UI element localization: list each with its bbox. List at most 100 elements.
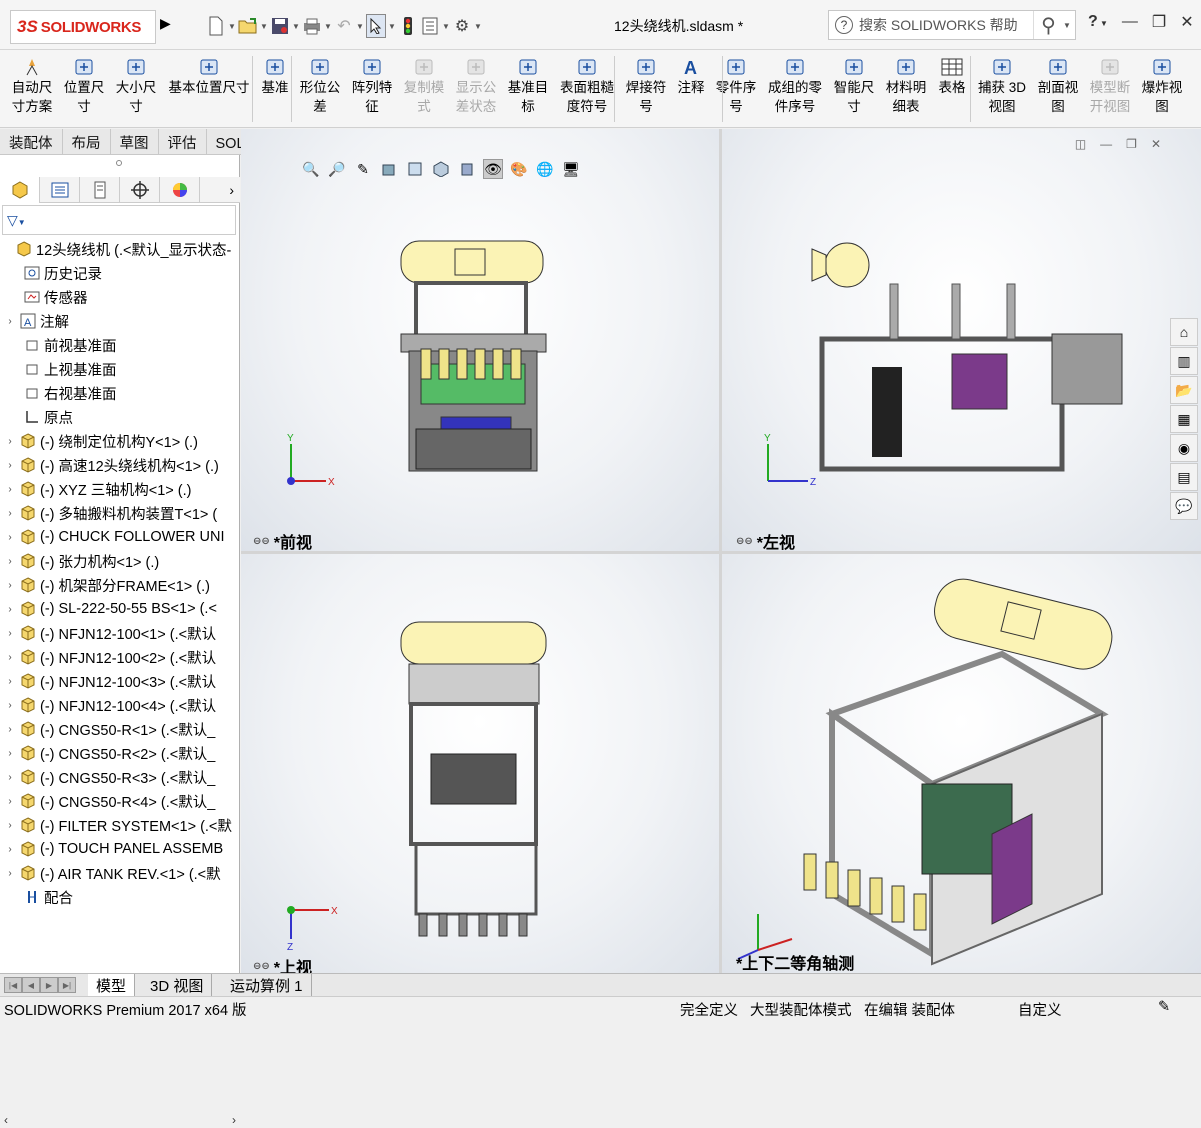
expand-arrow-icon[interactable]: › [4,772,16,783]
expand-arrow-icon[interactable]: › [4,844,16,855]
expand-arrow-icon[interactable]: › [4,676,16,687]
tree-item[interactable]: › (-) CNGS50-R<3> (.<默认_ [4,765,215,789]
file-properties-icon[interactable] [420,14,440,38]
minimize-icon[interactable]: — [1122,13,1138,31]
expand-arrow-icon[interactable]: › [4,748,16,759]
print-icon[interactable] [302,14,322,38]
expand-arrow-icon[interactable]: › [4,532,16,543]
ribbon-button-stacked-balloon[interactable]: 成组的零 件序号 [764,56,826,116]
ribbon-button-balloon[interactable]: 零件序号 [712,56,760,116]
next-tab-icon[interactable]: ▶ [40,977,58,993]
tree-item[interactable]: 传感器 [4,285,88,309]
ribbon-button-auto-dimension[interactable]: 自动尺 寸方案 [8,56,56,116]
select-dropdown-icon[interactable]: ▼ [388,14,396,38]
new-dropdown-icon[interactable]: ▼ [228,14,236,38]
tree-item[interactable]: › (-) 多轴搬料机构装置T<1> ( [4,501,217,525]
expand-arrow-icon[interactable]: › [4,484,16,495]
property-manager-tab-icon[interactable] [40,176,80,203]
tree-item[interactable]: › (-) CNGS50-R<2> (.<默认_ [4,741,215,765]
tree-item[interactable]: › (-) 高速12头绕线机构<1> (.) [4,453,219,477]
configuration-manager-tab-icon[interactable] [80,176,120,203]
expand-arrow-icon[interactable]: › [4,436,16,447]
options-dropdown-icon[interactable]: ▼ [474,14,482,38]
status-units[interactable]: 自定义 [1018,999,1062,1020]
ribbon-button-size-dimension[interactable]: 大小尺寸 [112,56,160,116]
tree-item[interactable]: › (-) 绕制定位机构Y<1> (.) [4,429,198,453]
save-dropdown-icon[interactable]: ▼ [292,14,300,38]
ribbon-button-note[interactable]: A 注释 [674,56,708,97]
custom-properties-icon[interactable]: ▤ [1170,463,1198,491]
tree-item[interactable]: › (-) 机架部分FRAME<1> (.) [4,573,210,597]
ribbon-button-weld-symbol[interactable]: 焊接符号 [622,56,670,116]
viewport-isometric[interactable]: *上下二等角轴测 [722,554,1201,973]
tree-horizontal-scrollbar[interactable]: ‹ › [0,1112,240,1128]
bottom-tab-1[interactable]: 3D 视图 [142,974,213,996]
tree-item[interactable]: › (-) CNGS50-R<4> (.<默认_ [4,789,215,813]
expand-arrow-icon[interactable]: › [4,628,16,639]
undo-icon[interactable]: ↶ [334,14,354,38]
expand-arrow-icon[interactable]: › [4,868,16,879]
ribbon-button-pattern-feature[interactable]: 阵列特征 [348,56,396,116]
open-dropdown-icon[interactable]: ▼ [260,14,268,38]
tree-item[interactable]: › (-) SL-222-50-55 BS<1> (.< [4,597,217,621]
scroll-left-icon[interactable]: ‹ [4,1113,8,1127]
last-tab-icon[interactable]: ▶| [58,977,76,993]
display-manager-tab-icon[interactable] [160,176,200,203]
feature-manager-tab-icon[interactable] [0,176,40,203]
restore-icon[interactable]: ❐ [1152,12,1166,32]
view-palette-icon[interactable]: ▦ [1170,405,1198,433]
viewport-front[interactable]: 🔍 🔎 ✎ 👁 🎨 🌐 🖥 Y X ⊖⊖ *前视 [241,129,719,551]
appearances-icon[interactable]: ◉ [1170,434,1198,462]
tree-filter[interactable]: ▽▼ [2,205,236,235]
ribbon-button-geometric-tolerance[interactable]: 形位公差 [296,56,344,116]
tree-item[interactable]: › (-) CNGS50-R<1> (.<默认_ [4,717,215,741]
expand-arrow-icon[interactable]: › [4,796,16,807]
ribbon-button-surface-finish[interactable]: 表面粗糙 度符号 [556,56,618,116]
select-icon[interactable] [366,14,386,38]
expand-arrow-icon[interactable]: › [4,508,16,519]
save-icon[interactable] [270,14,290,38]
tree-item[interactable]: › (-) CHUCK FOLLOWER UNI [4,525,224,549]
ribbon-button-location-dimension[interactable]: 位置尺寸 [60,56,108,116]
menu-expand-arrow-icon[interactable]: ▶ [160,15,171,32]
ribbon-button-bom[interactable]: 材料明 细表 [882,56,930,116]
filter-icon[interactable]: ▽▼ [7,212,26,229]
tree-item[interactable]: › (-) NFJN12-100<1> (.<默认 [4,621,216,645]
options-gear-icon[interactable]: ⚙ [452,14,472,38]
command-tab-1[interactable]: 布局 [63,129,111,155]
ribbon-button-table[interactable]: 表格 [934,56,970,97]
expand-arrow-icon[interactable]: › [4,724,16,735]
ribbon-button-section-view[interactable]: 剖面视图 [1034,56,1082,116]
file-explorer-icon[interactable]: 📂 [1170,376,1198,404]
graphics-area[interactable]: 🔍 🔎 ✎ 👁 🎨 🌐 🖥 Y X ⊖⊖ *前视 ◫ — ❐ ✕ Y Z ⌂ ▥… [241,129,1201,973]
ribbon-button-datum[interactable]: 基准 [257,56,293,97]
bottom-tab-2[interactable]: 运动算例 1 [222,974,312,996]
prev-tab-icon[interactable]: ◀ [22,977,40,993]
command-tab-0[interactable]: 装配体 [0,129,63,155]
viewport-vertical-splitter[interactable] [719,129,722,973]
expand-arrow-icon[interactable]: › [4,652,16,663]
dimxpert-manager-tab-icon[interactable] [120,176,160,203]
tree-root-assembly[interactable]: 12头绕线机 (.<默认_显示状态- [0,237,231,261]
design-library-icon[interactable]: ▥ [1170,347,1198,375]
first-tab-icon[interactable]: |◀ [4,977,22,993]
more-tabs-chevron-icon[interactable]: › [229,182,240,198]
viewport-top[interactable]: X Z ⊖⊖ *上视 [241,554,719,973]
expand-arrow-icon[interactable]: › [4,460,16,471]
expand-arrow-icon[interactable]: › [4,556,16,567]
command-tab-3[interactable]: 评估 [159,129,207,155]
ribbon-button-smart-dimension[interactable]: 智能尺寸 [830,56,878,116]
tree-item[interactable]: › (-) TOUCH PANEL ASSEMB [4,837,223,861]
scroll-right-icon[interactable]: › [232,1113,236,1127]
status-options-icon[interactable]: ✎ [1158,999,1170,1015]
search-icon[interactable]: ⚲ [1033,11,1063,39]
tree-item[interactable]: › (-) NFJN12-100<2> (.<默认 [4,645,216,669]
tree-item[interactable]: 配合 [4,885,73,909]
ribbon-button-basic-location-dimension[interactable]: 基本位置尺寸 [164,56,254,97]
solidworks-logo[interactable]: 3S SOLIDWORKS [10,10,156,44]
tree-item[interactable]: 右视基准面 [4,381,117,405]
undo-dropdown-icon[interactable]: ▼ [356,14,364,38]
help-search-box[interactable]: ? 搜索 SOLIDWORKS 帮助 ⚲ ▼ [828,10,1076,40]
tree-item[interactable]: › (-) FILTER SYSTEM<1> (.<默 [4,813,232,837]
command-tab-2[interactable]: 草图 [111,129,159,155]
